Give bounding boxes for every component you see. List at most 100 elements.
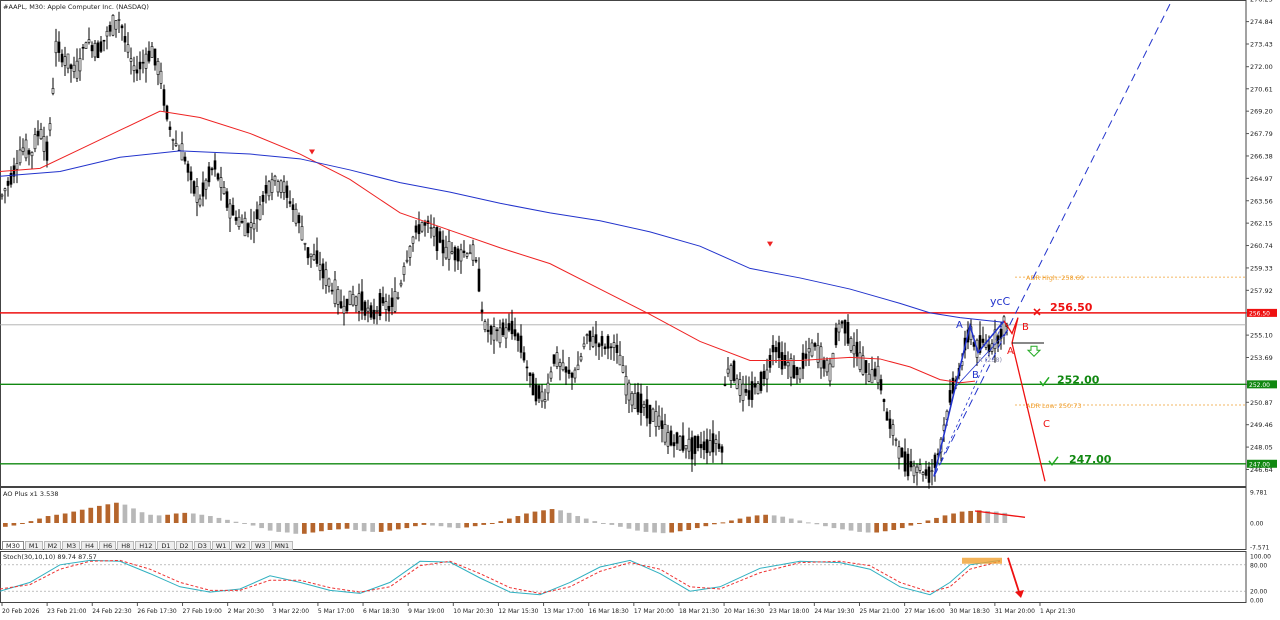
ao-bar bbox=[566, 512, 572, 524]
candle-body bbox=[3, 188, 7, 192]
candle-body bbox=[453, 247, 457, 261]
candle-body bbox=[591, 336, 595, 347]
timeframe-button-h12[interactable]: H12 bbox=[135, 541, 157, 550]
timeframe-button-w1[interactable]: W1 bbox=[211, 541, 231, 550]
ao-bar bbox=[173, 513, 179, 524]
candle-body bbox=[921, 472, 925, 475]
candle-body bbox=[585, 334, 589, 336]
time-axis-label: 31 Mar 20:00 bbox=[995, 608, 1035, 615]
ao-bar bbox=[62, 513, 68, 524]
candle-body bbox=[678, 436, 682, 451]
wave-label-ycC: ycC bbox=[990, 295, 1011, 308]
candle-body bbox=[222, 186, 226, 194]
candle bbox=[831, 352, 835, 368]
timeframe-button-h8[interactable]: H8 bbox=[117, 541, 135, 550]
candle-body bbox=[762, 370, 766, 380]
ao-bar bbox=[122, 504, 128, 524]
ao-bar bbox=[28, 521, 34, 524]
candle-body bbox=[21, 147, 25, 152]
timeframe-button-d2[interactable]: D2 bbox=[175, 541, 193, 550]
timeframe-button-w3[interactable]: W3 bbox=[250, 541, 270, 550]
timeframe-button-m2[interactable]: M2 bbox=[43, 541, 62, 550]
ao-bar bbox=[139, 512, 145, 524]
timeframe-button-m3[interactable]: M3 bbox=[62, 541, 81, 550]
candle-body bbox=[210, 168, 214, 171]
candle-body bbox=[282, 181, 286, 193]
candle-body bbox=[654, 411, 658, 427]
time-axis-label: 2 Mar 20:30 bbox=[228, 608, 264, 615]
candle-body bbox=[306, 247, 310, 259]
timeframe-button-m1[interactable]: M1 bbox=[24, 541, 43, 550]
time-axis-label: 20 Feb 2026 bbox=[2, 608, 40, 615]
candle-body bbox=[669, 430, 673, 446]
candle-body bbox=[912, 465, 916, 477]
price-axis-label: 249.46 bbox=[1250, 421, 1273, 429]
candle-body bbox=[522, 352, 526, 361]
candle-body bbox=[300, 226, 304, 241]
candle-body bbox=[54, 40, 58, 54]
candle-body bbox=[606, 335, 610, 349]
price-axis-label: 263.56 bbox=[1250, 197, 1273, 205]
candle-body bbox=[657, 415, 661, 427]
retracement-label: R (258) bbox=[978, 356, 1002, 364]
timeframe-button-d1[interactable]: D1 bbox=[157, 541, 175, 550]
candle-body bbox=[147, 50, 151, 62]
price-axis-label: 259.33 bbox=[1250, 264, 1273, 272]
ao-bar bbox=[532, 511, 538, 524]
ao-bar bbox=[370, 523, 376, 532]
candle-body bbox=[30, 152, 34, 157]
candle-body bbox=[390, 297, 394, 307]
candle-body bbox=[735, 378, 739, 389]
ao-bar bbox=[413, 523, 418, 527]
candle-body bbox=[234, 217, 238, 221]
stoch-axis-label: 100.00 bbox=[1250, 554, 1271, 561]
candle-body bbox=[51, 88, 55, 94]
candle-body bbox=[666, 432, 670, 447]
candle-body bbox=[552, 354, 556, 364]
candle bbox=[165, 104, 169, 122]
candle-body bbox=[648, 404, 652, 424]
price-axis-label: 250.87 bbox=[1250, 399, 1273, 407]
timeframe-button-mn1[interactable]: MN1 bbox=[270, 541, 294, 550]
ao-bar bbox=[558, 510, 563, 524]
timeframe-button-h4[interactable]: H4 bbox=[81, 541, 99, 550]
candle bbox=[678, 434, 682, 451]
candle-body bbox=[330, 289, 334, 292]
level-label-256: 256.50 bbox=[1050, 301, 1093, 314]
ao-bar bbox=[430, 523, 435, 526]
candle-body bbox=[57, 41, 61, 53]
candle-body bbox=[615, 344, 619, 354]
timeframe-button-h6[interactable]: H6 bbox=[99, 541, 117, 550]
ao-bar bbox=[677, 523, 683, 532]
ao-bar bbox=[165, 514, 171, 524]
candle-body bbox=[702, 441, 706, 451]
candle-body bbox=[357, 293, 361, 312]
candle-body bbox=[894, 438, 898, 441]
candle-body bbox=[843, 319, 847, 334]
wave-label-C-red: C bbox=[1043, 419, 1050, 430]
candle-body bbox=[465, 253, 469, 257]
timeframe-button-m30[interactable]: M30 bbox=[2, 541, 24, 550]
main-panel-frame bbox=[0, 0, 1247, 487]
ao-bar bbox=[54, 514, 59, 524]
ao-bar bbox=[865, 523, 871, 533]
time-axis-label: 24 Feb 22:30 bbox=[92, 608, 132, 615]
ao-bar bbox=[71, 511, 77, 524]
candle-body bbox=[555, 352, 559, 367]
timeframe-button-d3[interactable]: D3 bbox=[193, 541, 211, 550]
candle-body bbox=[903, 451, 907, 472]
candle-body bbox=[381, 297, 385, 304]
candle-body bbox=[483, 321, 487, 330]
candle-body bbox=[885, 411, 889, 421]
candle-body bbox=[132, 65, 136, 71]
timeframe-button-w2[interactable]: W2 bbox=[231, 541, 250, 550]
ao-bar bbox=[925, 520, 931, 524]
ao-bar bbox=[652, 523, 657, 533]
ao-bar bbox=[848, 523, 854, 531]
candle-body bbox=[24, 139, 28, 159]
candle-body bbox=[918, 464, 922, 471]
candle-body bbox=[276, 181, 280, 193]
candle-body bbox=[489, 325, 493, 335]
time-axis-label: 24 Mar 19:30 bbox=[814, 608, 854, 615]
candle-body bbox=[474, 259, 478, 262]
